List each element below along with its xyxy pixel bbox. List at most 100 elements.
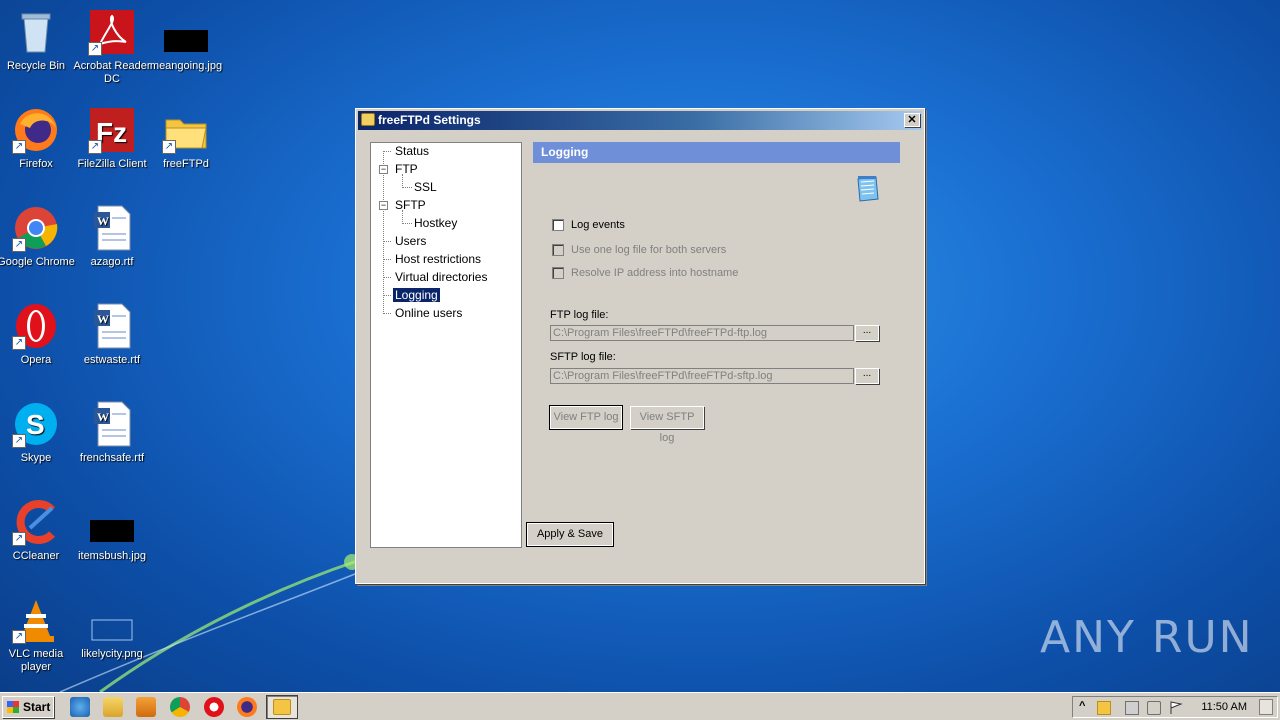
desktop-icon-likelycity[interactable]: likelycity.png [72, 596, 152, 661]
opera-icon: ↗ [12, 302, 60, 350]
ftp-log-field[interactable]: C:\Program Files\freeFTPd\freeFTPd-ftp.l… [550, 325, 854, 341]
log-events-checkbox[interactable]: Log events [552, 219, 625, 231]
desktop-icon-firefox[interactable]: ↗ Firefox [0, 106, 76, 171]
desktop-icon-label: Firefox [19, 158, 53, 170]
tree-item-sftp[interactable]: SFTP [393, 198, 428, 212]
desktop-icon-label: CCleaner [12, 550, 60, 562]
chrome-taskbar-icon[interactable] [170, 697, 190, 717]
desktop-icon-freeftpd[interactable]: ↗ freeFTPd [146, 106, 226, 171]
desktop-icon-label: Skype [20, 452, 52, 464]
desktop-icon-label: Google Chrome [0, 256, 75, 268]
desktop-icon-label: Recycle Bin [6, 60, 66, 72]
word-doc-icon: W [88, 204, 136, 252]
tree-item-ftp[interactable]: FTP [393, 162, 420, 176]
desktop-icon-azago[interactable]: W azago.rtf [72, 204, 152, 269]
system-tray: ^ 11:50 AM [1072, 696, 1278, 718]
tree-item-logging[interactable]: Logging [393, 288, 440, 302]
checkbox-box[interactable] [552, 219, 564, 231]
tree-collapse-icon[interactable]: − [379, 165, 388, 174]
desktop-icon-label: VLC media player [8, 648, 64, 673]
ftp-log-label: FTP log file: [550, 309, 609, 321]
tree-item-hostkey[interactable]: Hostkey [412, 216, 459, 230]
network-icon[interactable] [1125, 701, 1139, 715]
show-desktop-button[interactable] [1259, 699, 1273, 715]
desktop-icon-label: frenchsafe.rtf [79, 452, 145, 464]
sftp-log-field[interactable]: C:\Program Files\freeFTPd\freeFTPd-sftp.… [550, 368, 854, 384]
folder-icon [361, 113, 375, 126]
desktop-icon-estwaste[interactable]: W estwaste.rtf [72, 302, 152, 367]
image-file-icon [88, 596, 136, 644]
desktop-icon-meangoing[interactable]: meangoing.jpg [146, 8, 226, 73]
tree-line [402, 174, 403, 188]
clock[interactable]: 11:50 AM [1201, 701, 1247, 713]
tree-item-status[interactable]: Status [393, 144, 431, 158]
one-log-file-checkbox[interactable]: Use one log file for both servers [552, 244, 726, 256]
desktop-icon-label: azago.rtf [90, 256, 134, 268]
windows-logo-icon [7, 701, 19, 713]
tray-expand-icon[interactable]: ^ [1079, 700, 1085, 712]
svg-text:S: S [26, 409, 45, 440]
sftp-log-label: SFTP log file: [550, 351, 616, 363]
desktop-icon-skype[interactable]: S ↗ Skype [0, 400, 76, 465]
desktop-icon-itemsbush[interactable]: itemsbush.jpg [72, 498, 152, 563]
tree-item-host-restrictions[interactable]: Host restrictions [393, 252, 483, 266]
ftp-log-browse-button[interactable]: ... [855, 325, 879, 341]
opera-taskbar-icon[interactable] [204, 697, 224, 717]
desktop-icon-label: estwaste.rtf [83, 354, 141, 366]
tree-item-users[interactable]: Users [393, 234, 428, 248]
desktop-icon-vlc[interactable]: ↗ VLC media player [0, 596, 76, 674]
desktop-icon-opera[interactable]: ↗ Opera [0, 302, 76, 367]
word-doc-icon: W [88, 302, 136, 350]
desktop-icon-recycle-bin[interactable]: Recycle Bin [0, 8, 76, 73]
sftp-log-browse-button[interactable]: ... [855, 368, 879, 384]
window-titlebar[interactable]: freeFTPd Settings ✕ [358, 111, 922, 130]
panel-header: Logging [533, 142, 900, 163]
chrome-icon: ↗ [12, 204, 60, 252]
start-label: Start [23, 700, 51, 714]
checkbox-box[interactable] [552, 244, 564, 256]
desktop-icon-ccleaner[interactable]: ↗ CCleaner [0, 498, 76, 563]
notepad-icon [857, 176, 879, 202]
ie-icon[interactable] [70, 697, 90, 717]
taskbar: Start ^ 11:50 AM [0, 692, 1280, 720]
tree-collapse-icon[interactable]: − [379, 201, 388, 210]
media-player-icon[interactable] [136, 697, 156, 717]
tray-folder-icon[interactable] [1097, 701, 1111, 715]
firefox-taskbar-icon[interactable] [237, 697, 257, 717]
start-button[interactable]: Start [2, 696, 54, 718]
checkbox-box[interactable] [552, 267, 564, 279]
desktop-icon-filezilla[interactable]: Fz ↗ FileZilla Client [72, 106, 152, 171]
folder-icon [273, 699, 291, 715]
svg-text:W: W [97, 410, 109, 424]
view-sftp-log-button[interactable]: View SFTP log [630, 406, 704, 444]
tree-item-online-users[interactable]: Online users [393, 306, 464, 320]
tree-item-virtual-directories[interactable]: Virtual directories [393, 270, 489, 284]
desktop-icon-chrome[interactable]: ↗ Google Chrome [0, 204, 76, 269]
explorer-icon[interactable] [103, 697, 123, 717]
freeftpd-taskbar-button[interactable] [266, 695, 298, 719]
acrobat-icon: ↗ [88, 8, 136, 56]
svg-text:W: W [97, 214, 109, 228]
close-button[interactable]: ✕ [904, 113, 920, 127]
desktop-icon-label: likelycity.png [81, 648, 143, 660]
desktop-icon-acrobat[interactable]: ↗ Acrobat Reader DC [72, 8, 152, 86]
tree-line [383, 295, 391, 296]
desktop-icon-frenchsafe[interactable]: W frenchsafe.rtf [72, 400, 152, 465]
ccleaner-icon: ↗ [12, 498, 60, 546]
resolve-ip-label: Resolve IP address into hostname [571, 267, 739, 279]
one-log-file-label: Use one log file for both servers [571, 244, 727, 256]
apply-save-button[interactable]: Apply & Save [526, 522, 614, 547]
tree-item-ssl[interactable]: SSL [412, 180, 439, 194]
svg-text:W: W [97, 312, 109, 326]
desktop-icon-label: meangoing.jpg [149, 60, 223, 72]
tree-line [383, 241, 391, 242]
volume-icon[interactable] [1147, 701, 1161, 715]
desktop-icon-label: itemsbush.jpg [78, 550, 146, 562]
resolve-ip-checkbox[interactable]: Resolve IP address into hostname [552, 267, 738, 279]
window-title: freeFTPd Settings [378, 113, 481, 127]
word-doc-icon: W [88, 400, 136, 448]
action-center-flag-icon[interactable] [1169, 701, 1183, 715]
view-ftp-log-button[interactable]: View FTP log [549, 405, 623, 430]
desktop-icon-label: freeFTPd [163, 158, 209, 170]
settings-tree: − − Status FTP SSL SFTP Hostkey Users Ho… [370, 142, 522, 548]
